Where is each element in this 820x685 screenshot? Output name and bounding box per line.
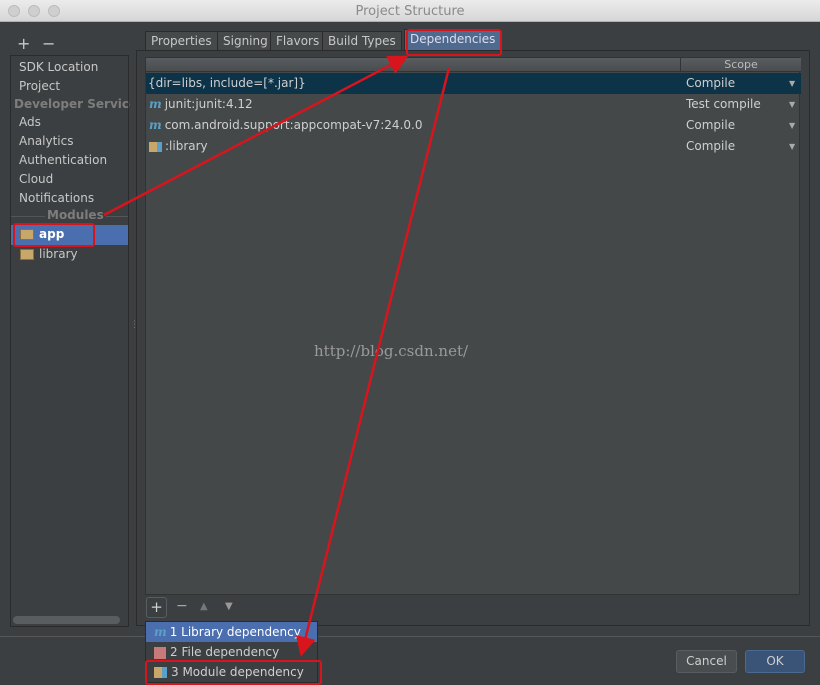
arrow-app-to-tab — [103, 55, 409, 217]
arrow-tab-to-menu — [295, 67, 451, 657]
annotation-arrows — [103, 55, 451, 657]
